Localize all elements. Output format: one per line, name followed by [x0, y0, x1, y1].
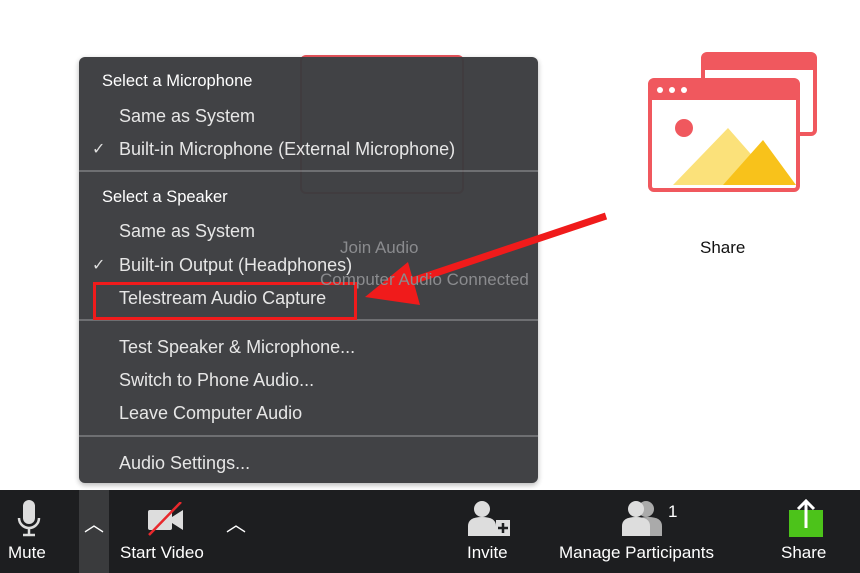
microphone-icon[interactable]	[16, 498, 42, 538]
checkmark-icon: ✓	[92, 257, 106, 274]
mic-same-as-system[interactable]: Same as System	[119, 106, 255, 127]
separator	[79, 435, 538, 437]
speaker-same-as-system[interactable]: Same as System	[119, 221, 255, 242]
chevron-up-icon: ︿	[84, 514, 104, 536]
participant-count: 1	[668, 502, 678, 521]
start-video-button[interactable]: Start Video	[120, 543, 204, 563]
test-speaker-mic[interactable]: Test Speaker & Microphone...	[119, 337, 355, 358]
invite-icon[interactable]	[466, 498, 512, 538]
speaker-header: Select a Speaker	[102, 188, 228, 206]
join-audio-status: Computer Audio Connected	[320, 270, 529, 289]
join-audio-label: Join Audio	[340, 238, 419, 257]
checkmark-icon: ✓	[92, 141, 106, 158]
share-screen-icon[interactable]	[648, 52, 818, 197]
mute-button[interactable]: Mute	[8, 543, 46, 563]
switch-to-phone-audio[interactable]: Switch to Phone Audio...	[119, 370, 314, 391]
share-screen-upload-icon[interactable]	[787, 498, 827, 538]
meeting-toolbar: Mute ︿ Start Video ︿ Invite 1 Manage Par…	[0, 490, 860, 573]
mic-built-in[interactable]: Built-in Microphone (External Microphone…	[119, 139, 455, 160]
share-button[interactable]: Share	[781, 543, 826, 563]
speaker-built-in[interactable]: Built-in Output (Headphones)	[119, 255, 352, 276]
share-screen-label: Share	[700, 238, 746, 257]
manage-participants-button[interactable]: Manage Participants	[559, 543, 714, 563]
invite-button[interactable]: Invite	[467, 543, 508, 563]
audio-options-toggle[interactable]: ︿	[79, 490, 109, 573]
highlight-box	[93, 282, 357, 320]
video-options-chevron-up-icon[interactable]: ︿	[226, 508, 246, 537]
separator	[79, 170, 538, 172]
video-off-icon[interactable]	[145, 502, 187, 536]
audio-settings[interactable]: Audio Settings...	[119, 453, 250, 474]
participants-icon[interactable]	[620, 498, 666, 538]
leave-computer-audio[interactable]: Leave Computer Audio	[119, 403, 302, 424]
microphone-header: Select a Microphone	[102, 72, 253, 90]
